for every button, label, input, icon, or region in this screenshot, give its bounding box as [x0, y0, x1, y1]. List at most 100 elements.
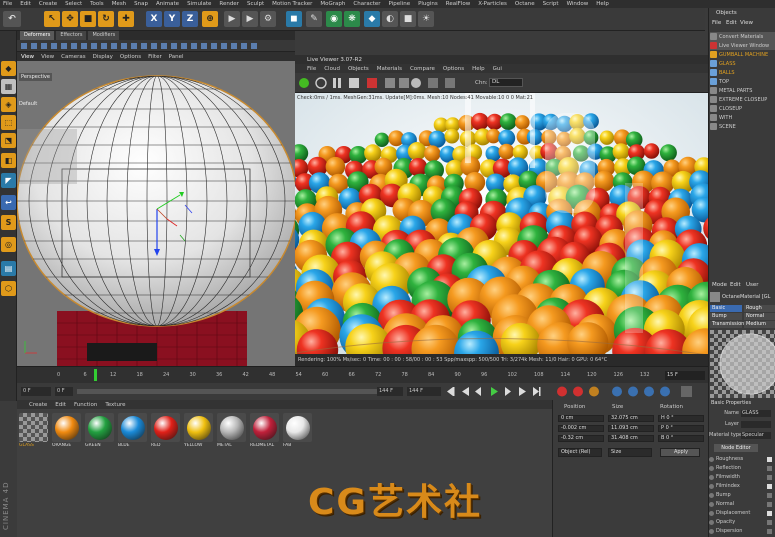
menu-sculpt[interactable]: Sculpt	[247, 1, 264, 7]
tab-modifiers[interactable]: Modifiers	[88, 31, 120, 40]
subdivision-icon[interactable]: ◉	[326, 11, 342, 27]
mat-menu-create[interactable]: Create	[29, 402, 47, 408]
view-menu-options[interactable]: Options	[120, 54, 141, 60]
coord-size-y[interactable]: 11.093 cm	[608, 425, 654, 432]
lv-menu-objects[interactable]: Objects	[348, 66, 369, 72]
render-view-icon[interactable]: ▶	[224, 11, 240, 27]
attr-menu-edit[interactable]: Edit	[730, 282, 741, 288]
recent-tools-icon[interactable]: ✚	[118, 11, 134, 27]
attr-channel[interactable]: Filmindex	[709, 482, 775, 490]
live-viewer-render[interactable]	[295, 93, 708, 354]
channel-checkbox[interactable]	[767, 528, 772, 534]
lv-menu-compare[interactable]: Compare	[410, 66, 435, 72]
attr-channel[interactable]: Bump	[709, 491, 775, 499]
render-picture-viewer-icon[interactable]: ▶	[242, 11, 258, 27]
coord-pos-x[interactable]: 0 cm	[558, 415, 604, 422]
menu-character[interactable]: Character	[353, 1, 380, 7]
model-mode-icon[interactable]: ◈	[1, 97, 16, 112]
coordinate-system-icon[interactable]: ⊕	[202, 11, 218, 27]
planar-workplane-icon[interactable]: ⬡	[1, 281, 16, 296]
menu-select[interactable]: Select	[65, 1, 82, 7]
perspective-viewport[interactable]: Perspective Default	[17, 61, 295, 366]
object-item[interactable]: WITH	[710, 113, 775, 122]
object-item[interactable]: Convert Materials	[710, 32, 775, 41]
channel-checkbox[interactable]	[767, 492, 772, 498]
menu-simulate[interactable]: Simulate	[187, 1, 211, 7]
move-icon[interactable]: ✥	[62, 11, 78, 27]
channel-toggle-icon[interactable]	[709, 492, 714, 498]
render-settings-icon[interactable]: ⚙	[260, 11, 276, 27]
lv-menu-help[interactable]: Help	[472, 66, 485, 72]
menu-realflow[interactable]: RealFlow	[446, 1, 470, 7]
menu-window[interactable]: Window	[567, 1, 589, 7]
obj-menu-view[interactable]: View	[740, 20, 753, 26]
camera-icon[interactable]: ■	[400, 11, 416, 27]
coord-size-select[interactable]: Size	[608, 448, 652, 457]
menu-motion-tracker[interactable]: Motion Tracker	[272, 1, 312, 7]
menu-mesh[interactable]: Mesh	[112, 1, 126, 7]
start-frame-field[interactable]: 0 F	[21, 387, 51, 396]
channel-checkbox[interactable]	[767, 501, 772, 507]
make-editable-icon[interactable]: ◆	[1, 61, 16, 76]
channel-checkbox[interactable]	[767, 456, 772, 462]
material-swatch[interactable]: GLASS	[18, 412, 49, 454]
channel-checkbox[interactable]	[767, 465, 772, 471]
menu-pipeline[interactable]: Pipeline	[389, 1, 411, 7]
channel-checkbox[interactable]	[767, 474, 772, 480]
material-swatch[interactable]: GREEN	[84, 412, 115, 454]
live-selection-icon[interactable]: ↖	[44, 11, 60, 27]
material-swatch[interactable]: BLUE	[117, 412, 148, 454]
x-axis-icon[interactable]: X	[146, 11, 162, 27]
deformer-icon[interactable]: ◆	[364, 11, 380, 27]
object-item[interactable]: EXTREME CLOSEUP	[710, 95, 775, 104]
attr-tab-bump[interactable]: Bump	[710, 313, 742, 320]
obj-menu-file[interactable]: File	[712, 20, 721, 26]
polygons-mode-icon[interactable]: ◧	[1, 153, 16, 168]
tab-deformers[interactable]: Deformers	[20, 31, 55, 40]
points-mode-icon[interactable]: ⬚	[1, 115, 16, 130]
attr-tab-basic[interactable]: Basic	[710, 305, 742, 312]
menu-tools[interactable]: Tools	[90, 1, 104, 7]
menu-file[interactable]: File	[3, 1, 12, 7]
view-menu-view[interactable]: View	[41, 54, 54, 60]
menu-help[interactable]: Help	[596, 1, 609, 7]
menu-render[interactable]: Render	[219, 1, 239, 7]
channel-checkbox[interactable]	[767, 483, 772, 489]
object-item[interactable]: TOP	[710, 77, 775, 86]
view-menu-filter[interactable]: Filter	[148, 54, 162, 60]
mat-menu-function[interactable]: Function	[74, 402, 97, 408]
current-frame-field[interactable]: 15 F	[665, 371, 705, 380]
attr-tab-rough[interactable]: Rough	[744, 305, 775, 312]
light-icon[interactable]: ☀	[418, 11, 434, 27]
spline-pen-icon[interactable]: ✎	[306, 11, 322, 27]
preview-range-slider[interactable]	[77, 389, 387, 394]
coord-rot-z[interactable]: B 0 °	[658, 435, 704, 442]
mat-menu-texture[interactable]: Texture	[105, 402, 125, 408]
end-frame-field[interactable]: 144 F	[407, 387, 441, 396]
locked-workplane-icon[interactable]: ▤	[1, 261, 16, 276]
scale-icon[interactable]: ■	[80, 11, 96, 27]
workplane-icon[interactable]: ◎	[1, 237, 16, 252]
object-item[interactable]: GLASS	[710, 59, 775, 68]
coord-pos-y[interactable]: -0.002 cm	[558, 425, 604, 432]
axis-mode-icon[interactable]: ◤	[1, 173, 16, 188]
rotate-icon[interactable]: ↻	[98, 11, 114, 27]
node-editor-button[interactable]: Node Editor	[714, 444, 758, 452]
channel-toggle-icon[interactable]	[709, 519, 714, 525]
mat-menu-edit[interactable]: Edit	[55, 402, 66, 408]
snap-icon[interactable]: S	[1, 215, 16, 230]
menu-edit[interactable]: Edit	[20, 1, 31, 7]
attr-menu-mode[interactable]: Mode	[712, 282, 727, 288]
preview-start-field[interactable]: 0 F	[55, 387, 73, 396]
undo-icon[interactable]: ↶	[3, 11, 21, 27]
scene-icon[interactable]: ◐	[382, 11, 398, 27]
attr-channel[interactable]: Dispersion	[709, 527, 775, 535]
attr-field-value[interactable]: GLASS	[741, 409, 771, 417]
attr-channel[interactable]: Opacity	[709, 518, 775, 526]
lv-menu-gui[interactable]: Gui	[493, 66, 502, 72]
view-menu-cameras[interactable]: Cameras	[61, 54, 85, 60]
attr-channel[interactable]: Filmwidth	[709, 473, 775, 481]
channel-select[interactable]: DL	[489, 78, 523, 87]
tweak-mode-icon[interactable]: ↩	[1, 195, 16, 210]
cloner-icon[interactable]: ❋	[344, 11, 360, 27]
